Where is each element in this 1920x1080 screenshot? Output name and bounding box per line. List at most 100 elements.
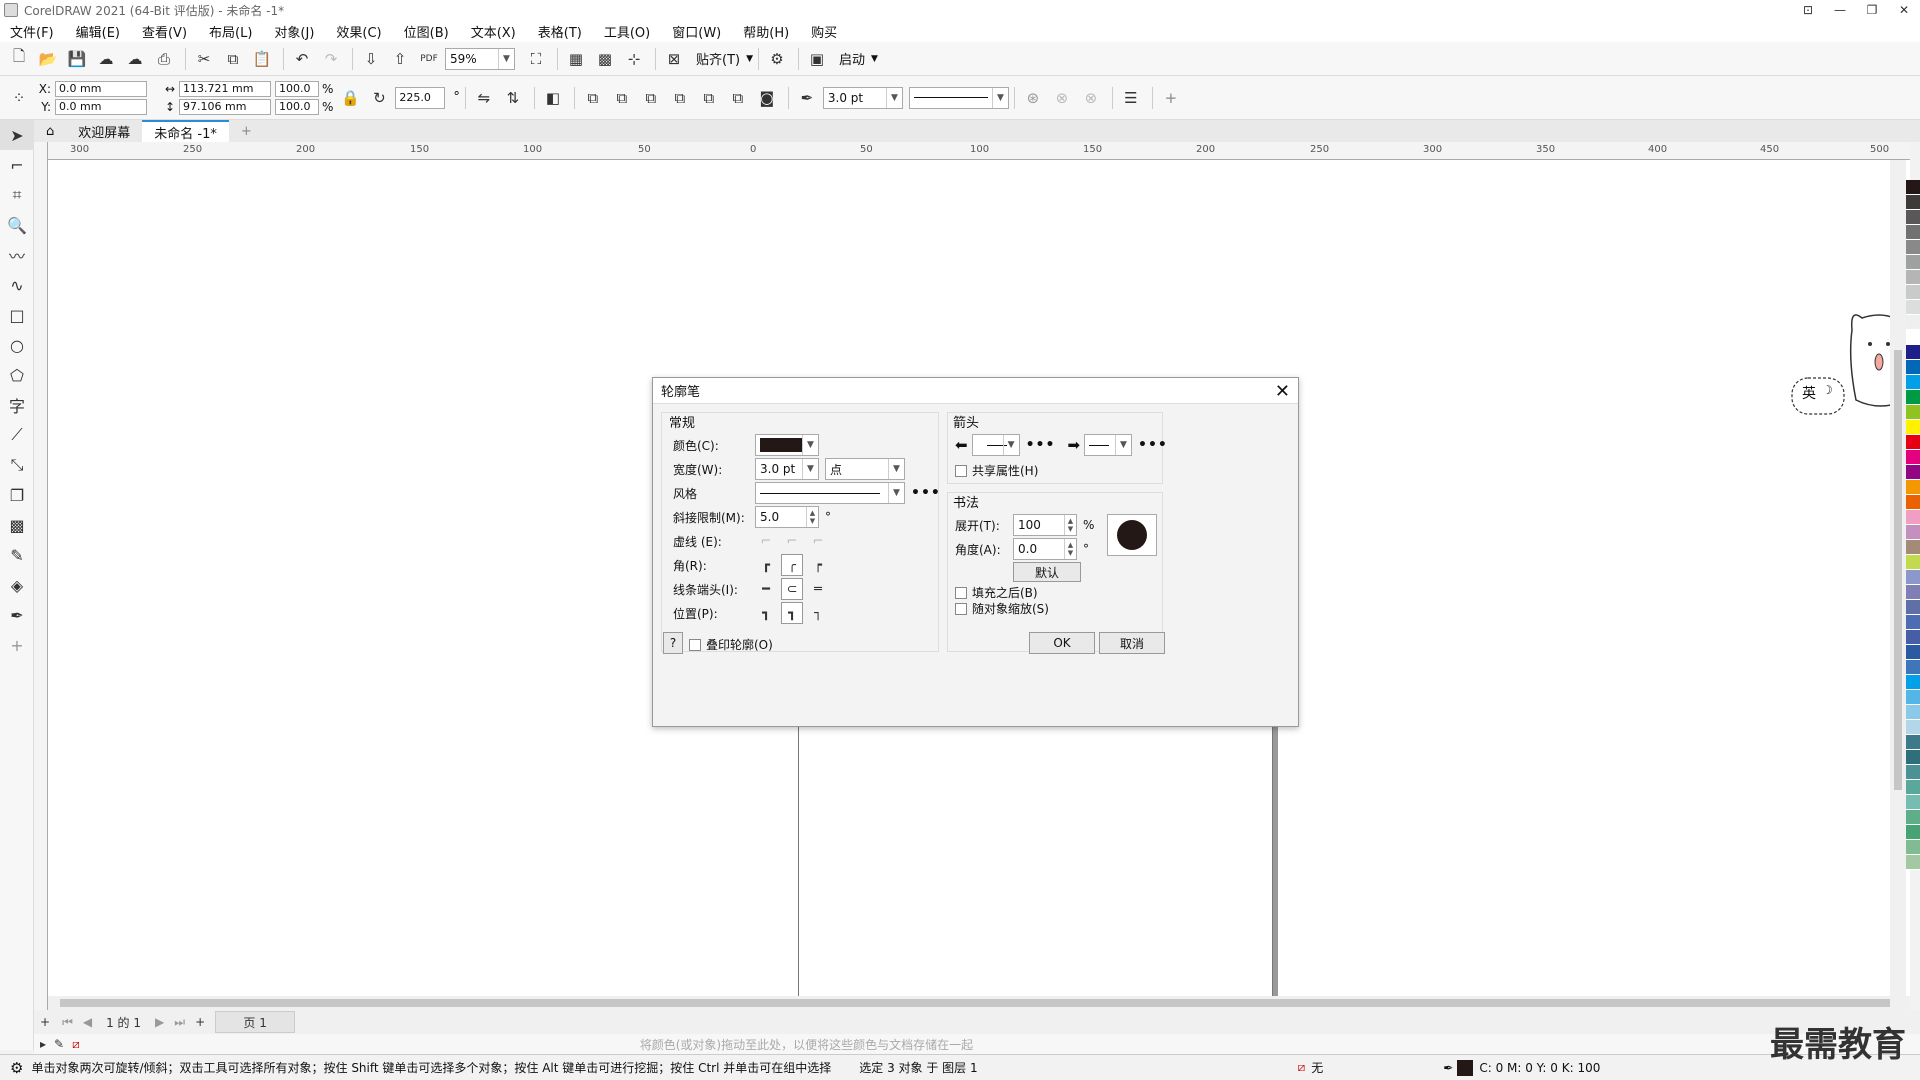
round-cap-icon[interactable]: ⊂ [781, 578, 803, 600]
color-eyedropper-icon[interactable]: ✎ [0, 540, 34, 570]
menu-window[interactable]: 窗口(W) [672, 22, 721, 41]
help-button[interactable]: ? [663, 632, 683, 654]
more-options-icon[interactable]: ••• [1026, 437, 1056, 453]
palette-swatch[interactable] [1906, 540, 1920, 555]
palette-swatch[interactable] [1906, 435, 1920, 450]
behind-fill-checkbox[interactable] [955, 586, 967, 599]
add-icon[interactable]: + [1158, 85, 1184, 111]
object-width-input[interactable]: 113.721 mm [179, 80, 271, 97]
stretch-input[interactable]: 100 ▲ ▼ [1013, 514, 1077, 536]
end-arrow-combo[interactable]: ▼ [1084, 434, 1133, 456]
palette-swatch[interactable] [1906, 780, 1920, 795]
overprint-outline-checkbox[interactable] [689, 638, 701, 651]
palette-swatch[interactable] [1906, 855, 1920, 870]
add-page-icon[interactable]: + [195, 1015, 205, 1029]
new-document-icon[interactable]: 🗋 [6, 46, 32, 72]
palette-swatch[interactable] [1906, 660, 1920, 675]
palette-swatch[interactable] [1906, 480, 1920, 495]
close-icon[interactable]: ✕ [1275, 381, 1290, 402]
redo-icon[interactable]: ↷ [318, 46, 344, 72]
zoom-tool-icon[interactable]: 🔍 [0, 210, 34, 240]
menu-file[interactable]: 文件(F) [10, 22, 54, 41]
inside-position-icon[interactable]: ┐ [807, 602, 829, 624]
scroll-thumb[interactable] [60, 999, 1890, 1007]
palette-swatch[interactable] [1906, 510, 1920, 525]
outline-pen-icon[interactable]: ✒ [1443, 1061, 1453, 1075]
options-gear-icon[interactable]: ⚙ [764, 46, 790, 72]
palette-swatch[interactable] [1906, 315, 1920, 330]
square-cap-icon[interactable]: ═ [807, 578, 829, 600]
vertical-ruler[interactable] [34, 142, 48, 1010]
palette-swatch[interactable] [1906, 345, 1920, 360]
mirror-horizontal-icon[interactable]: ⇋ [471, 85, 497, 111]
palette-swatch[interactable] [1906, 195, 1920, 210]
more-options-icon[interactable]: ••• [911, 485, 941, 501]
smart-fill-icon[interactable]: ✒ [0, 600, 34, 630]
palette-swatch[interactable] [1906, 735, 1920, 750]
ellipse-tool-icon[interactable]: ○ [0, 330, 34, 360]
width-combo[interactable]: 3.0 pt ▼ [755, 458, 819, 480]
palette-swatch[interactable] [1906, 405, 1920, 420]
outside-position-icon[interactable]: ┓ [755, 602, 777, 624]
save-icon[interactable]: 💾 [64, 46, 90, 72]
menu-layout[interactable]: 布局(L) [209, 22, 252, 41]
palette-swatch[interactable] [1906, 225, 1920, 240]
dash-center-icon[interactable]: ⌐ [807, 530, 829, 552]
palette-swatch[interactable] [1906, 360, 1920, 375]
undo-icon[interactable]: ↶ [289, 46, 315, 72]
break-apart-icon[interactable]: ⊗ [1078, 85, 1104, 111]
palette-swatch[interactable] [1906, 570, 1920, 585]
last-page-icon[interactable]: ⏭ [174, 1015, 185, 1030]
horizontal-ruler[interactable]: 300 250 200 150 100 50 0 50 100 150 200 … [48, 142, 1910, 160]
palette-swatch[interactable] [1906, 525, 1920, 540]
shape-tool-icon[interactable]: ⌐ [0, 150, 34, 180]
palette-swatch[interactable] [1906, 495, 1920, 510]
mirror-vertical-icon[interactable]: ⇅ [500, 85, 526, 111]
menu-object[interactable]: 对象(J) [274, 22, 314, 41]
simplify-icon[interactable]: ⧉ [667, 85, 693, 111]
gear-icon[interactable]: ⚙ [10, 1059, 23, 1077]
palette-swatch[interactable] [1906, 180, 1920, 195]
freehand-tool-icon[interactable]: 〰 [0, 240, 34, 270]
cut-icon[interactable]: ✂ [191, 46, 217, 72]
artistic-media-tool-icon[interactable]: ∿ [0, 270, 34, 300]
palette-swatch[interactable] [1906, 390, 1920, 405]
scroll-thumb[interactable] [1894, 350, 1902, 790]
line-style-combo[interactable]: ▼ [908, 86, 1009, 109]
home-icon[interactable]: ⌂ [34, 120, 66, 142]
palette-swatch[interactable] [1906, 555, 1920, 570]
intersect-icon[interactable]: ⧉ [638, 85, 664, 111]
outline-pen-icon[interactable]: ✒ [794, 85, 820, 111]
miter-corner-icon[interactable]: ┏ [755, 554, 777, 576]
color-palette[interactable] [1906, 180, 1920, 1040]
palette-swatch[interactable] [1906, 840, 1920, 855]
cloud-download-icon[interactable]: ☁ [93, 46, 119, 72]
add-tool-icon[interactable]: + [0, 630, 34, 660]
start-arrow-combo[interactable]: ▼ [971, 434, 1020, 456]
palette-swatch[interactable] [1906, 255, 1920, 270]
round-corner-icon[interactable]: ╭ [781, 554, 803, 576]
fill-none-icon[interactable]: ⧄ [1298, 1060, 1306, 1075]
interactive-fill-icon[interactable]: ◈ [0, 570, 34, 600]
add-page-icon[interactable]: + [40, 1015, 50, 1029]
text-wrap-icon[interactable]: ⊗ [1049, 85, 1075, 111]
pdf-icon[interactable]: PDF [416, 46, 442, 72]
outline-width-combo[interactable]: 3.0 pt ▼ [822, 86, 903, 109]
text-tool-icon[interactable]: 字 [0, 390, 34, 420]
polygon-tool-icon[interactable]: ⬠ [0, 360, 34, 390]
lock-ratio-icon[interactable]: 🔒 [337, 85, 363, 111]
cancel-button[interactable]: 取消 [1099, 632, 1165, 654]
palette-swatch[interactable] [1906, 210, 1920, 225]
spin-buttons[interactable]: ▲ ▼ [1064, 539, 1076, 559]
menu-effects[interactable]: 效果(C) [336, 22, 381, 41]
menu-tools[interactable]: 工具(O) [604, 22, 650, 41]
rulers-icon[interactable]: ▦ [563, 46, 589, 72]
boundary-icon[interactable]: ◙ [754, 85, 780, 111]
expand-arrow-icon[interactable]: ▸ [40, 1037, 46, 1051]
page-tab[interactable]: 页 1 [215, 1011, 296, 1033]
palette-swatch[interactable] [1906, 420, 1920, 435]
minimize-button[interactable]: — [1824, 0, 1856, 20]
export-icon[interactable]: ⇧ [387, 46, 413, 72]
share-attributes-checkbox[interactable] [955, 464, 967, 477]
drop-shadow-tool-icon[interactable]: ❐ [0, 480, 34, 510]
